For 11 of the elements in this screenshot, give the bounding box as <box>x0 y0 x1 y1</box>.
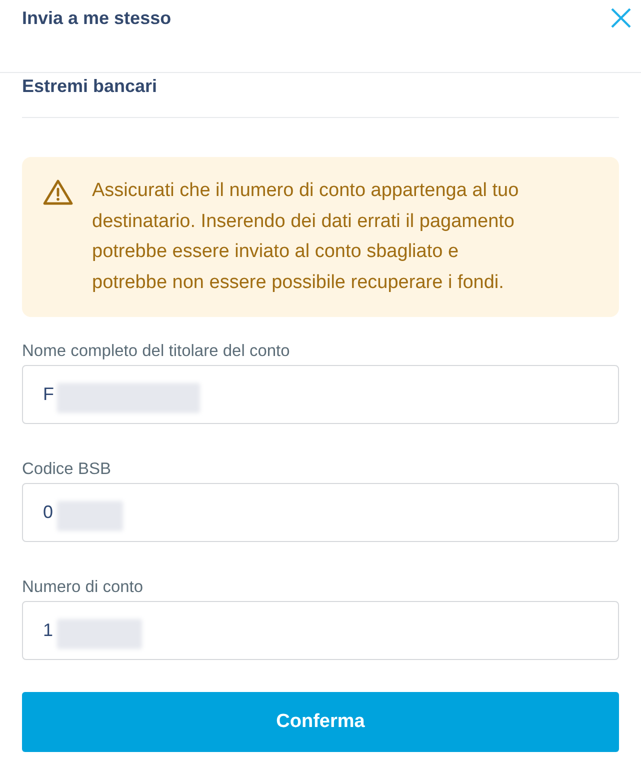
close-button[interactable] <box>610 7 632 29</box>
close-icon <box>611 8 631 28</box>
field-label: Codice BSB <box>22 459 111 479</box>
input-field[interactable]: 0 <box>22 483 619 542</box>
input-field[interactable]: 1 <box>22 601 619 660</box>
field-label: Nome completo del titolare del conto <box>22 341 290 361</box>
warning-icon <box>43 179 73 205</box>
warning-message: Assicurati che il numero di conto appartenga al tuo destinatario. Inserendo dei dati errati il pagamento potrebbe essere inviato al conto sbagliato e potrebbe non essere possibile recuperare i fondi. <box>92 179 520 294</box>
section-title: Estremi bancari <box>22 76 158 96</box>
modal-title: Invia a me stesso <box>22 7 172 30</box>
field-label: Numero di conto <box>22 577 144 597</box>
